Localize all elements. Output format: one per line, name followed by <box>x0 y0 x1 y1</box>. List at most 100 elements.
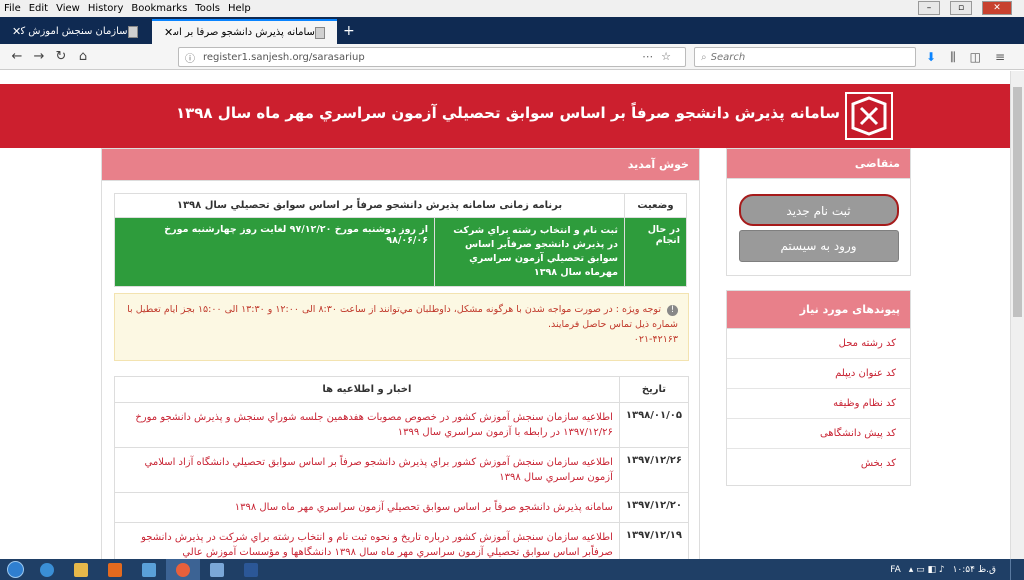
status-header: وضعيت <box>624 193 687 218</box>
menu-bookmarks[interactable]: Bookmarks <box>131 3 187 14</box>
taskbar-app[interactable] <box>132 559 166 580</box>
status-value: در حال انجام <box>624 217 687 287</box>
login-button[interactable]: ورود به سیستم <box>738 230 899 262</box>
news-title-header: اخبار و اطلاعیه ها <box>114 376 620 403</box>
search-box[interactable]: ⌕ <box>694 47 916 67</box>
news-date: ۱۳۹۸/۰۱/۰۵ <box>618 402 690 448</box>
logo-icon <box>845 92 893 140</box>
menu-tools[interactable]: Tools <box>195 3 220 14</box>
tab-registration[interactable]: سامانه پذيرش دانشجو صرفاً بر اساس سو ✕ <box>152 19 337 44</box>
news-link[interactable]: سامانه پذيرش دانشجو صرفاً بر اساس سوابق … <box>114 492 620 523</box>
notice-text: توجه ويژه : در صورت مواجه شدن با هرگونه … <box>127 304 678 330</box>
links-list: کد رشته محل کد عنوان دیپلم کد نظام وظیفه… <box>727 329 910 478</box>
toolbar-icons: ⬇ ⫼ ◫ ≡ <box>926 50 1005 65</box>
reload-icon[interactable]: ↻ <box>50 49 72 64</box>
welcome-heading: خوش آمدید <box>102 149 699 181</box>
menu-file[interactable]: File <box>4 3 21 14</box>
tab-sanjesh[interactable]: سازمان سنجش آموزش كشور ✕ <box>0 19 150 44</box>
schedule-activity: ثبت نام و انتخاب رشته براي شركت در پذيرش… <box>434 217 625 287</box>
news-date: ۱۳۹۷/۱۲/۱۹ <box>618 522 690 559</box>
link-item[interactable]: کد رشته محل <box>727 329 910 359</box>
news-date: ۱۳۹۷/۱۲/۲۶ <box>618 447 690 493</box>
news-date-header: تاریخ <box>618 376 690 403</box>
taskbar: FA ▴ ▭ ◧ ♪ ۱۰:۵۴ ق.ظ <box>0 559 1024 580</box>
app-icon <box>142 562 156 577</box>
home-icon[interactable]: ⌂ <box>72 49 94 64</box>
forward-icon[interactable]: → <box>28 49 50 64</box>
logo-mark <box>851 96 887 136</box>
news-date: ۱۳۹۷/۱۲/۲۰ <box>618 492 690 523</box>
register-button[interactable]: ثبت نام جدید <box>738 194 899 226</box>
main-panel: خوش آمدید وضعيت برنامه زمانی سامانه پذير… <box>101 148 700 559</box>
page-title: سامانه پذيرش دانشجو صرفاً بر اساس سوابق … <box>175 104 840 122</box>
tab-bar: سازمان سنجش آموزش كشور ✕ سامانه پذيرش دا… <box>0 17 1024 44</box>
table-row: ۱۳۹۷/۱۲/۲۶ اطلاعيه سازمان سنجش آموزش كشو… <box>114 447 690 493</box>
links-card: پیوندهای مورد نیاز کد رشته محل کد عنوان … <box>726 290 911 486</box>
page-actions[interactable]: ⋯☆ <box>642 50 679 63</box>
url-text: register1.sanjesh.org/sarasariup <box>203 51 365 63</box>
folder-icon <box>74 562 88 577</box>
taskbar-word[interactable] <box>234 559 268 580</box>
clock[interactable]: ۱۰:۵۴ ق.ظ <box>953 565 996 575</box>
menu-view[interactable]: View <box>56 3 80 14</box>
link-item[interactable]: کد نظام وظیفه <box>727 389 910 419</box>
library-icon[interactable]: ⫼ <box>950 50 956 65</box>
favicon-icon <box>314 26 325 39</box>
tray-icons[interactable]: ▴ ▭ ◧ ♪ <box>909 565 945 575</box>
link-item[interactable]: کد عنوان دیپلم <box>727 359 910 389</box>
close-tab-icon[interactable]: ✕ <box>12 25 21 38</box>
download-icon[interactable]: ⬇ <box>926 50 936 65</box>
favicon-icon <box>127 25 138 38</box>
firefox-icon <box>176 562 190 577</box>
menu-history[interactable]: History <box>88 3 124 14</box>
new-tab-button[interactable]: + <box>343 19 355 44</box>
news-link[interactable]: اطلاعيه سازمان سنجش آموزش كشور درباره تا… <box>114 522 620 559</box>
hamburger-menu-icon[interactable]: ≡ <box>995 50 1005 65</box>
news-link[interactable]: اطلاعيه سازمان سنجش آموزش كشور براي پذير… <box>114 447 620 493</box>
taskbar-ie[interactable] <box>30 559 64 580</box>
minimize-icon[interactable]: – <box>918 1 940 15</box>
news-link[interactable]: اطلاعيه سازمان سنجش آموزش كشور در خصوص م… <box>114 402 620 448</box>
search-input[interactable] <box>710 51 891 63</box>
system-tray: FA ▴ ▭ ◧ ♪ ۱۰:۵۴ ق.ظ <box>890 559 996 580</box>
media-player-icon <box>108 562 122 577</box>
menu-help[interactable]: Help <box>228 3 251 14</box>
paint-icon <box>210 562 224 577</box>
news-section: تاریخ اخبار و اطلاعیه ها ۱۳۹۸/۰۱/۰۵ اطلا… <box>114 376 690 559</box>
link-item[interactable]: کد پیش دانشگاهی <box>727 419 910 449</box>
menu-edit[interactable]: Edit <box>29 3 48 14</box>
taskbar-firefox[interactable] <box>166 559 200 580</box>
tab-label: سامانه پذيرش دانشجو صرفاً بر اساس سو <box>173 27 315 38</box>
tab-label: سازمان سنجش آموزش كشور <box>21 26 128 37</box>
sidebar-icon[interactable]: ◫ <box>970 50 981 65</box>
show-desktop-button[interactable] <box>1010 559 1024 580</box>
page-scrollbar[interactable] <box>1010 71 1024 559</box>
schedule-title: برنامه زمانی سامانه پذيرش دانشجو صرفاً ب… <box>114 193 625 218</box>
nav-bar: ← → ↻ ⌂ ⓘ register1.sanjesh.org/sarasari… <box>0 44 1024 70</box>
applicant-heading: متقاضی <box>727 149 910 179</box>
table-row: ۱۳۹۷/۱۲/۱۹ اطلاعيه سازمان سنجش آموزش كشو… <box>114 522 690 559</box>
back-icon[interactable]: ← <box>6 49 28 64</box>
info-icon[interactable]: ⓘ <box>185 50 195 65</box>
window-controls: – ▫ ✕ <box>916 1 1020 15</box>
word-icon <box>244 562 258 577</box>
url-bar[interactable]: ⓘ register1.sanjesh.org/sarasariup ⋯☆ <box>178 47 686 67</box>
taskbar-media[interactable] <box>98 559 132 580</box>
start-button[interactable] <box>0 559 30 580</box>
notice-phone: ۰۲۱-۴۲۱۶۳ <box>633 334 678 345</box>
close-icon[interactable]: ✕ <box>982 1 1012 15</box>
search-icon: ⌕ <box>701 51 707 63</box>
table-row: ۱۳۹۷/۱۲/۲۰ سامانه پذيرش دانشجو صرفاً بر … <box>114 492 690 523</box>
maximize-icon[interactable]: ▫ <box>950 1 972 15</box>
menu-bar: File Edit View History Bookmarks Tools H… <box>0 0 1024 17</box>
close-tab-icon[interactable]: ✕ <box>164 26 173 39</box>
taskbar-explorer[interactable] <box>64 559 98 580</box>
ie-icon <box>40 562 54 577</box>
notice-box: ! توجه ويژه : در صورت مواجه شدن با هرگون… <box>114 293 689 361</box>
page-content: سامانه پذيرش دانشجو صرفاً بر اساس سوابق … <box>0 71 1024 559</box>
taskbar-paint[interactable] <box>200 559 234 580</box>
link-item[interactable]: کد بخش <box>727 449 910 478</box>
windows-logo-icon <box>6 561 24 578</box>
scrollbar-thumb[interactable] <box>1013 87 1022 317</box>
language-indicator[interactable]: FA <box>890 565 901 575</box>
